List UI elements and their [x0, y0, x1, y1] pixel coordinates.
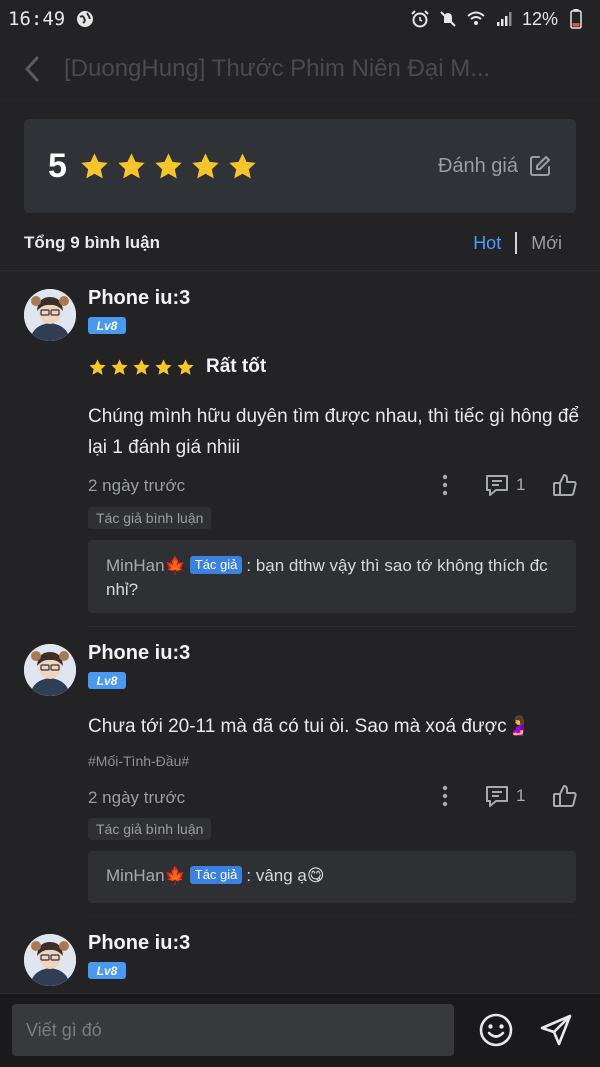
more-vertical-icon	[442, 474, 448, 496]
reply-author: MinHan🍁	[106, 866, 186, 885]
author-badge: Tác giả	[189, 866, 243, 884]
avatar[interactable]	[24, 289, 76, 341]
comment-text: Chưa tới 20-11 mà đã có tui òi. Sao mà x…	[88, 716, 531, 737]
like-button[interactable]	[550, 781, 580, 811]
comment-input[interactable]	[12, 1004, 454, 1056]
comment-text: Chúng mình hữu duyên tìm được nhau, thì …	[88, 406, 580, 458]
level-badge: Lv8	[88, 672, 126, 689]
battery-icon	[566, 9, 586, 29]
status-time: 16:49	[8, 8, 66, 30]
back-button[interactable]	[0, 38, 64, 100]
comment-rating: Rất tốt	[88, 356, 266, 378]
reply-button[interactable]: 1	[484, 784, 525, 808]
thumbs-up-icon	[553, 785, 577, 807]
rating-summary-card: 5 Đánh giá	[24, 119, 576, 213]
battery-percent: 12%	[521, 8, 558, 29]
comment-icon	[486, 475, 508, 496]
status-bar: 16:49 12%	[0, 0, 600, 38]
comment-item: Phone iu:3 Lv8 Chưa tới 20-11 mà đã có t…	[0, 626, 600, 916]
author-commented-tag: Tác giả bình luận	[88, 507, 212, 529]
username[interactable]: Phone iu:3	[88, 287, 190, 310]
rating-stars	[79, 151, 258, 182]
author-badge: Tác giả	[189, 556, 243, 574]
author-commented-tag: Tác giả bình luận	[88, 818, 212, 840]
star-icon	[89, 358, 106, 375]
star-icon	[133, 358, 150, 375]
comment-composer	[0, 993, 600, 1067]
star-icon	[177, 358, 194, 375]
reply-count: 1	[516, 475, 526, 494]
page-title: [DuongHung] Thước Phim Niên Đại M...	[64, 54, 491, 82]
sort-hot-tab[interactable]: Hot	[473, 233, 501, 254]
level-badge: Lv8	[88, 317, 126, 334]
sort-tabs: Hot Mới	[473, 232, 576, 254]
hashtag[interactable]: #Mối-Tình-Đầu#	[88, 753, 189, 769]
comments-header: Tổng 9 bình luận Hot Mới	[24, 228, 576, 258]
rating-score: 5	[48, 146, 67, 185]
rating-label: Rất tốt	[206, 356, 267, 377]
more-button[interactable]	[430, 470, 460, 500]
comment-item: Phone iu:3 Lv8	[0, 916, 600, 993]
thumbs-up-icon	[553, 474, 577, 496]
avatar[interactable]	[24, 644, 76, 696]
star-icon	[192, 152, 219, 178]
username[interactable]: Phone iu:3	[88, 642, 190, 665]
reply-preview[interactable]: MinHan🍁 Tác giả: vâng ạ😋	[88, 851, 576, 903]
comment-count: Tổng 9 bình luận	[24, 233, 160, 252]
reply-text: : vâng ạ😋	[246, 866, 325, 885]
send-button[interactable]	[536, 1010, 576, 1050]
star-icon	[118, 152, 145, 178]
mute-icon	[438, 9, 458, 29]
comment-time: 2 ngày trước	[88, 788, 186, 807]
reply-button[interactable]: 1	[484, 473, 525, 497]
avatar[interactable]	[24, 934, 76, 986]
signal-icon	[494, 9, 514, 29]
chevron-left-icon	[24, 56, 39, 81]
level-badge: Lv8	[88, 962, 126, 979]
sort-new-tab[interactable]: Mới	[531, 233, 562, 254]
comment-actions: 1	[430, 470, 580, 500]
username[interactable]: Phone iu:3	[88, 932, 190, 955]
like-button[interactable]	[550, 470, 580, 500]
comment-item: Phone iu:3 Lv8 Rất tốt Chúng mình hữu du…	[0, 270, 600, 626]
more-button[interactable]	[430, 781, 460, 811]
wifi-icon	[466, 9, 486, 29]
star-icon	[155, 152, 182, 178]
star-icon	[81, 152, 108, 178]
more-vertical-icon	[442, 785, 448, 807]
globe-icon	[75, 9, 95, 29]
top-bar: [DuongHung] Thước Phim Niên Đại M...	[0, 38, 600, 100]
reply-count: 1	[516, 786, 526, 805]
sort-divider	[515, 232, 518, 254]
comment-time: 2 ngày trước	[88, 476, 186, 495]
rate-button[interactable]: Đánh giá	[438, 154, 552, 178]
alarm-icon	[410, 9, 430, 29]
rate-button-label: Đánh giá	[437, 154, 518, 177]
smile-icon	[479, 1013, 513, 1047]
comment-actions: 1	[430, 781, 580, 811]
star-icon	[111, 358, 128, 375]
edit-icon	[530, 156, 550, 176]
star-icon	[155, 358, 172, 375]
star-icon	[229, 152, 256, 178]
reply-preview[interactable]: MinHan🍁 Tác giả: bạn dthw vậy thì sao tớ …	[88, 540, 576, 613]
comment-icon	[486, 786, 508, 807]
send-icon	[540, 1014, 572, 1046]
reply-author: MinHan🍁	[106, 556, 186, 575]
emoji-button[interactable]	[476, 1010, 516, 1050]
